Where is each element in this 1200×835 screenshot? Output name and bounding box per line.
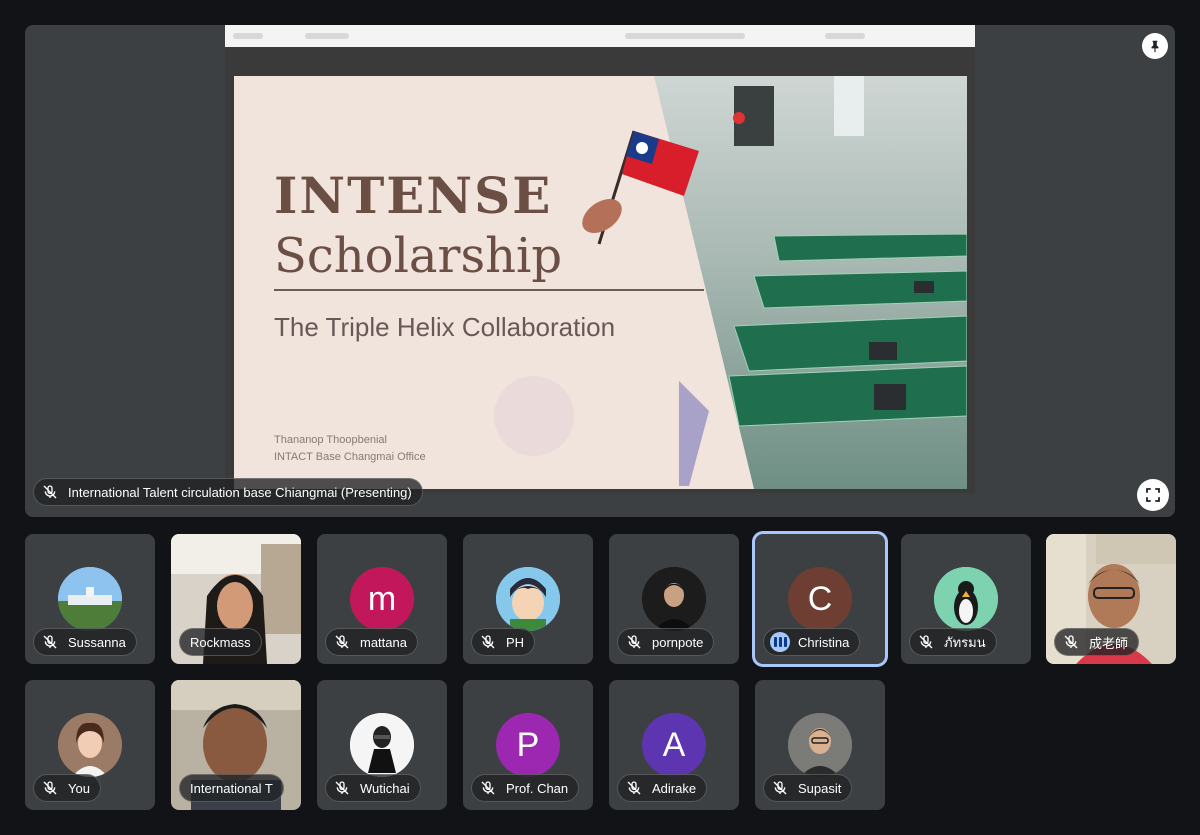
participant-name: Prof. Chan [506, 780, 569, 796]
participant-badge: Adirake [617, 774, 708, 802]
avatar [58, 713, 122, 777]
participant-name: Christina [798, 634, 850, 650]
shared-browser-toolbar [225, 25, 975, 48]
participant-badge: Rockmass [179, 628, 262, 656]
participant-badge: Christina [763, 628, 861, 656]
participant-tile-prof-chan[interactable]: P Prof. Chan [463, 680, 593, 810]
mic-off-icon [478, 778, 498, 798]
slide-presenter-office: INTACT Base Changmai Office [274, 451, 426, 463]
participant-badge: mattana [325, 628, 418, 656]
slide-subtitle: The Triple Helix Collaboration [274, 312, 616, 342]
participant-tile-ph[interactable]: PH [463, 534, 593, 664]
participant-badge: Supasit [763, 774, 853, 802]
participant-badge: Wutichai [325, 774, 421, 802]
participant-name: Wutichai [360, 780, 410, 796]
pin-icon [1151, 40, 1159, 53]
avatar: C [788, 567, 852, 631]
participant-badge: Prof. Chan [471, 774, 580, 802]
participant-badge: pornpote [617, 628, 715, 656]
participant-tile-you[interactable]: You [25, 680, 155, 810]
avatar [788, 713, 852, 777]
avatar: A [642, 713, 706, 777]
mic-off-icon [770, 778, 790, 798]
mic-off-icon [624, 778, 644, 798]
avatar [350, 713, 414, 777]
mic-off-icon [40, 482, 60, 502]
participant-tile-rockmass[interactable]: Rockmass [171, 534, 301, 664]
flag-illustration [582, 130, 699, 245]
participant-badge: PH [471, 628, 536, 656]
participant-tile-international-t[interactable]: International T [171, 680, 301, 810]
participant-tile-phatthamon[interactable]: ภัทรมน [901, 534, 1031, 664]
participant-name: Supasit [798, 780, 842, 796]
participant-name: You [68, 780, 90, 796]
mic-off-icon [40, 632, 60, 652]
participant-badge: 成老師 [1054, 628, 1140, 656]
mic-off-icon [478, 632, 498, 652]
presentation-stage[interactable]: INTENSE Scholarship The Triple Helix Col… [25, 25, 1175, 517]
participant-name: PH [506, 634, 525, 650]
pin-button[interactable] [1142, 33, 1168, 59]
participant-name: Rockmass [190, 634, 251, 650]
participant-name: International T [190, 780, 273, 796]
avatar [642, 567, 706, 631]
participant-name: 成老師 [1089, 635, 1129, 651]
mic-off-icon [332, 632, 352, 652]
slide-presenter-name: Thananop Thoopbenial [274, 434, 387, 446]
slide-title-line-1: INTENSE [274, 166, 553, 225]
participant-name: Sussanna [68, 634, 126, 650]
participant-badge: ภัทรมน [909, 628, 997, 656]
shared-screen: INTENSE Scholarship The Triple Helix Col… [225, 25, 975, 493]
avatar: m [350, 567, 414, 631]
avatar [496, 567, 560, 631]
fullscreen-icon [1146, 488, 1160, 502]
participant-tile-wutichai[interactable]: Wutichai [317, 680, 447, 810]
avatar [934, 567, 998, 631]
fullscreen-button[interactable] [1137, 479, 1169, 511]
slide-divider [274, 289, 704, 291]
participant-name: ภัทรมน [944, 634, 986, 650]
mic-off-icon [916, 632, 936, 652]
mic-off-icon [624, 632, 644, 652]
mic-off-icon [332, 778, 352, 798]
participant-tile-supasit[interactable]: Supasit [755, 680, 885, 810]
participant-tile-adirake[interactable]: A Adirake [609, 680, 739, 810]
participant-badge: You [33, 774, 101, 802]
participant-tile-christina[interactable]: C Christina [755, 534, 885, 664]
slide-area: INTENSE Scholarship The Triple Helix Col… [225, 47, 975, 493]
participant-badge: International T [179, 774, 284, 802]
avatar [58, 567, 122, 631]
slide-presenter-info: Thananop Thoopbenial INTACT Base Changma… [274, 432, 426, 466]
presenter-name-badge: International Talent circulation base Ch… [33, 478, 423, 506]
participant-tile-sussanna[interactable]: Sussanna [25, 534, 155, 664]
participant-name: Adirake [652, 780, 697, 796]
participant-name: mattana [360, 634, 407, 650]
participant-name: pornpote [652, 634, 704, 650]
mic-off-icon [40, 778, 60, 798]
participant-tile-mattana[interactable]: m mattana [317, 534, 447, 664]
audio-level-icon [770, 632, 790, 652]
participant-tile-teacher-cheng[interactable]: 成老師 [1046, 534, 1176, 664]
participant-tile-pornpote[interactable]: pornpote [609, 534, 739, 664]
presenter-name: International Talent circulation base Ch… [68, 484, 412, 500]
slide-title-line-2: Scholarship [274, 228, 563, 284]
avatar: P [496, 713, 560, 777]
participant-badge: Sussanna [33, 628, 137, 656]
mic-off-icon [1061, 632, 1081, 652]
presentation-slide: INTENSE Scholarship The Triple Helix Col… [234, 76, 967, 489]
